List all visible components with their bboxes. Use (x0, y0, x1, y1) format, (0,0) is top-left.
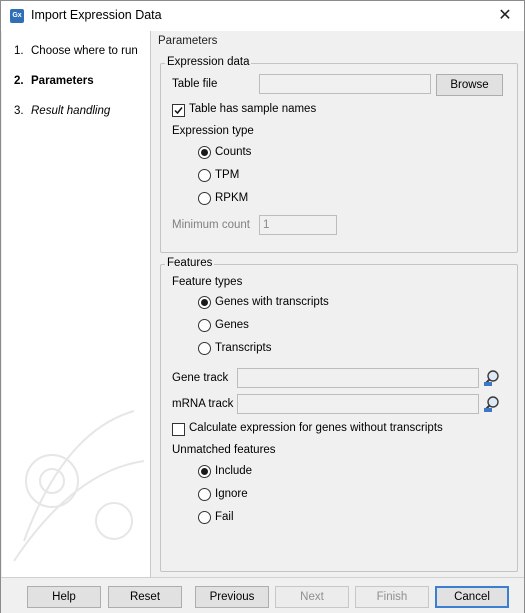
step-number: 1. (14, 45, 24, 57)
gene-track-field[interactable] (237, 368, 479, 388)
radio-genes[interactable] (198, 319, 211, 332)
expression-data-group: Expression data Table file Browse Table … (160, 56, 518, 253)
page-title: Parameters (158, 35, 218, 47)
option-ignore-label: Ignore (215, 488, 248, 500)
step-label: Choose where to run (31, 45, 138, 57)
step-parameters: 2. Parameters (14, 75, 94, 87)
app-icon: Gx (10, 9, 24, 23)
mrna-track-browse-icon[interactable] (483, 395, 501, 413)
option-rpkm-label: RPKM (215, 192, 249, 204)
gene-track-browse-icon[interactable] (483, 369, 501, 387)
radio-rpkm[interactable] (198, 192, 211, 205)
help-button[interactable]: Help (27, 586, 101, 608)
option-include-label: Include (215, 465, 253, 477)
close-icon[interactable]: ✕ (494, 5, 516, 27)
radio-selected-dot (201, 468, 208, 475)
browse-button[interactable]: Browse (436, 74, 503, 96)
features-title: Features (165, 257, 215, 269)
checkmark-icon (174, 107, 183, 115)
wizard-steps-sidebar: 1. Choose where to run 2. Parameters 3. Res… (2, 31, 151, 577)
watermark-logo (13, 410, 145, 562)
option-genes-label: Genes (215, 319, 249, 331)
calc-expression-label: Calculate expression for genes without t… (189, 422, 443, 434)
feature-types-label: Feature types (172, 276, 243, 288)
radio-fail[interactable] (198, 511, 211, 524)
step-choose-where-to-run: 1. Choose where to run (14, 45, 138, 57)
unmatched-features-label: Unmatched features (172, 444, 276, 456)
radio-transcripts[interactable] (198, 342, 211, 355)
table-file-label: Table file (172, 78, 218, 90)
expression-type-label: Expression type (172, 125, 254, 137)
parameters-panel: Parameters Expression data Table file Br… (152, 31, 524, 577)
previous-button[interactable]: Previous (195, 586, 269, 608)
option-tpm-label: TPM (215, 169, 240, 181)
mrna-track-label: mRNA track (172, 398, 234, 410)
step-number: 2. (14, 75, 24, 87)
next-button[interactable]: Next (275, 586, 349, 608)
minimum-count-label: Minimum count (172, 219, 250, 231)
step-label: Result handling (31, 105, 111, 117)
calc-expression-checkbox[interactable] (172, 423, 185, 436)
features-group: Features Feature types Genes with transc… (160, 257, 518, 572)
step-result-handling: 3. Result handling (14, 105, 110, 117)
option-fail-label: Fail (215, 511, 234, 523)
reset-button[interactable]: Reset (108, 586, 182, 608)
title-bar: Gx Import Expression Data ✕ (1, 1, 524, 31)
window-title: Import Expression Data (31, 8, 162, 22)
radio-selected-dot (201, 299, 208, 306)
step-label: Parameters (31, 75, 94, 87)
import-dialog: Gx Import Expression Data ✕ 1. Choose whe… (0, 0, 525, 613)
gene-track-label: Gene track (172, 372, 229, 384)
cancel-button[interactable]: Cancel (435, 586, 509, 608)
radio-selected-dot (201, 149, 208, 156)
option-counts-label: Counts (215, 146, 252, 158)
mrna-track-field[interactable] (237, 394, 479, 414)
radio-ignore[interactable] (198, 488, 211, 501)
option-transcripts-label: Transcripts (215, 342, 272, 354)
expression-data-title: Expression data (165, 56, 252, 68)
sample-names-label: Table has sample names (189, 103, 317, 115)
radio-genes-with-transcripts[interactable] (198, 296, 211, 309)
option-genes-with-transcripts-label: Genes with transcripts (215, 296, 329, 308)
table-file-field[interactable] (259, 74, 431, 94)
radio-tpm[interactable] (198, 169, 211, 182)
minimum-count-field[interactable]: 1 (259, 215, 337, 235)
sample-names-checkbox[interactable] (172, 104, 185, 117)
finish-button[interactable]: Finish (355, 586, 429, 608)
radio-include[interactable] (198, 465, 211, 478)
dialog-footer: Help Reset Previous Next Finish Cancel (1, 577, 524, 613)
radio-counts[interactable] (198, 146, 211, 159)
step-number: 3. (14, 105, 24, 117)
